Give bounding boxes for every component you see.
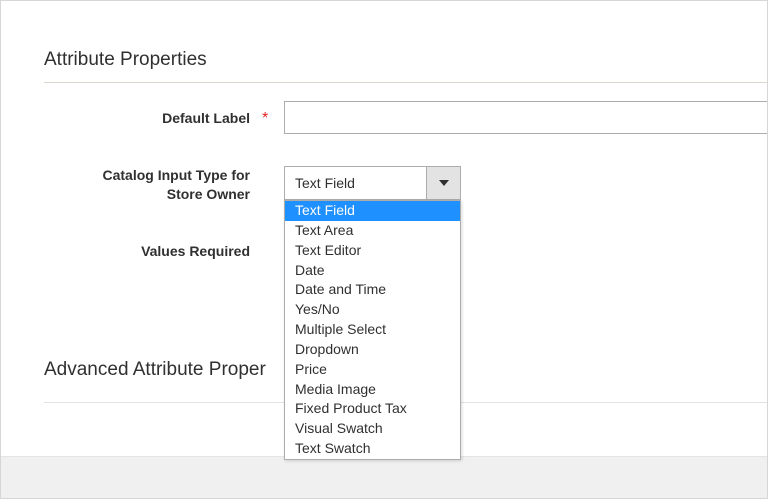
dropdown-option[interactable]: Media Image (285, 380, 460, 400)
catalog-input-type-select[interactable]: Text Field (284, 166, 461, 200)
default-label-label: Default Label (162, 110, 250, 126)
dropdown-option[interactable]: Dropdown (285, 340, 460, 360)
dropdown-option[interactable]: Date and Time (285, 280, 460, 300)
required-indicator: * (262, 110, 269, 127)
dropdown-option[interactable]: Yes/No (285, 300, 460, 320)
dropdown-option[interactable]: Text Field (285, 201, 460, 221)
chevron-down-icon (438, 180, 449, 186)
dropdown-option[interactable]: Multiple Select (285, 320, 460, 340)
catalog-input-type-selected-value[interactable]: Text Field (285, 167, 426, 199)
dropdown-option[interactable]: Price (285, 360, 460, 380)
catalog-input-type-label: Catalog Input Type for Store Owner (102, 166, 250, 204)
section-title-advanced-attribute-properties[interactable]: Advanced Attribute Proper (44, 359, 266, 381)
dropdown-option[interactable]: Text Area (285, 221, 460, 241)
attribute-properties-page: Attribute Properties Default Label * Cat… (0, 0, 768, 499)
catalog-input-type-label-line1: Catalog Input Type for (102, 167, 250, 183)
dropdown-option[interactable]: Date (285, 261, 460, 281)
footer-bar (1, 456, 767, 498)
catalog-input-type-label-line2: Store Owner (166, 186, 250, 202)
select-toggle-button[interactable] (426, 167, 460, 199)
dropdown-option[interactable]: Text Swatch (285, 439, 460, 459)
default-label-input[interactable] (284, 101, 767, 134)
catalog-input-type-options-list: Text Field Text Area Text Editor Date Date a… (284, 200, 461, 460)
section-divider (44, 82, 767, 83)
section-title-attribute-properties: Attribute Properties (44, 49, 207, 70)
dropdown-option[interactable]: Visual Swatch (285, 419, 460, 439)
values-required-label: Values Required (141, 243, 250, 259)
dropdown-option[interactable]: Fixed Product Tax (285, 399, 460, 419)
dropdown-option[interactable]: Text Editor (285, 241, 460, 261)
